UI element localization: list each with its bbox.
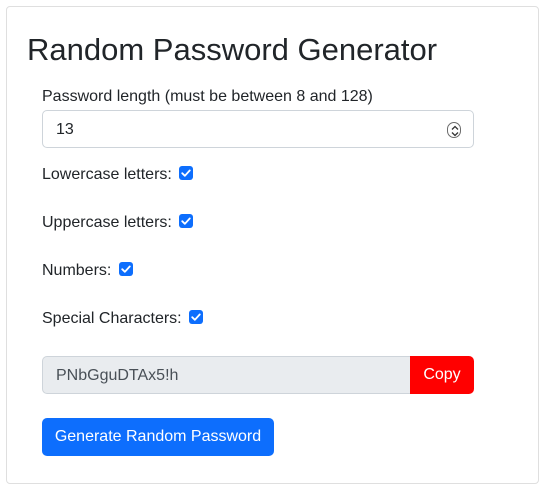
password-length-label: Password length (must be between 8 and 1… (42, 88, 373, 105)
special-characters-option: Special Characters: (42, 309, 204, 331)
page-title: Random Password Generator (27, 32, 438, 67)
lowercase-option: Lowercase letters: (42, 165, 194, 187)
copy-button[interactable]: Copy (410, 356, 474, 394)
password-output-field[interactable]: PNbGguDTAx5!h (42, 356, 410, 394)
uppercase-label: Uppercase letters: (42, 214, 172, 231)
numbers-option: Numbers: (42, 261, 133, 283)
password-output-group: PNbGguDTAx5!h Copy (42, 356, 474, 394)
password-length-value: 13 (56, 121, 74, 138)
lowercase-label: Lowercase letters: (42, 166, 172, 183)
password-length-input[interactable]: 13 (42, 110, 474, 148)
numbers-checkbox[interactable] (118, 262, 133, 276)
generator-card: Random Password Generator Password lengt… (6, 6, 539, 484)
number-stepper-icon[interactable] (447, 122, 461, 138)
special-characters-checkbox[interactable] (189, 310, 204, 324)
numbers-label: Numbers: (42, 262, 112, 279)
password-output-value: PNbGguDTAx5!h (56, 367, 179, 384)
uppercase-checkbox[interactable] (179, 214, 194, 228)
uppercase-option: Uppercase letters: (42, 213, 194, 235)
generate-password-button[interactable]: Generate Random Password (42, 418, 274, 456)
lowercase-checkbox[interactable] (179, 166, 194, 180)
special-characters-label: Special Characters: (42, 310, 182, 327)
